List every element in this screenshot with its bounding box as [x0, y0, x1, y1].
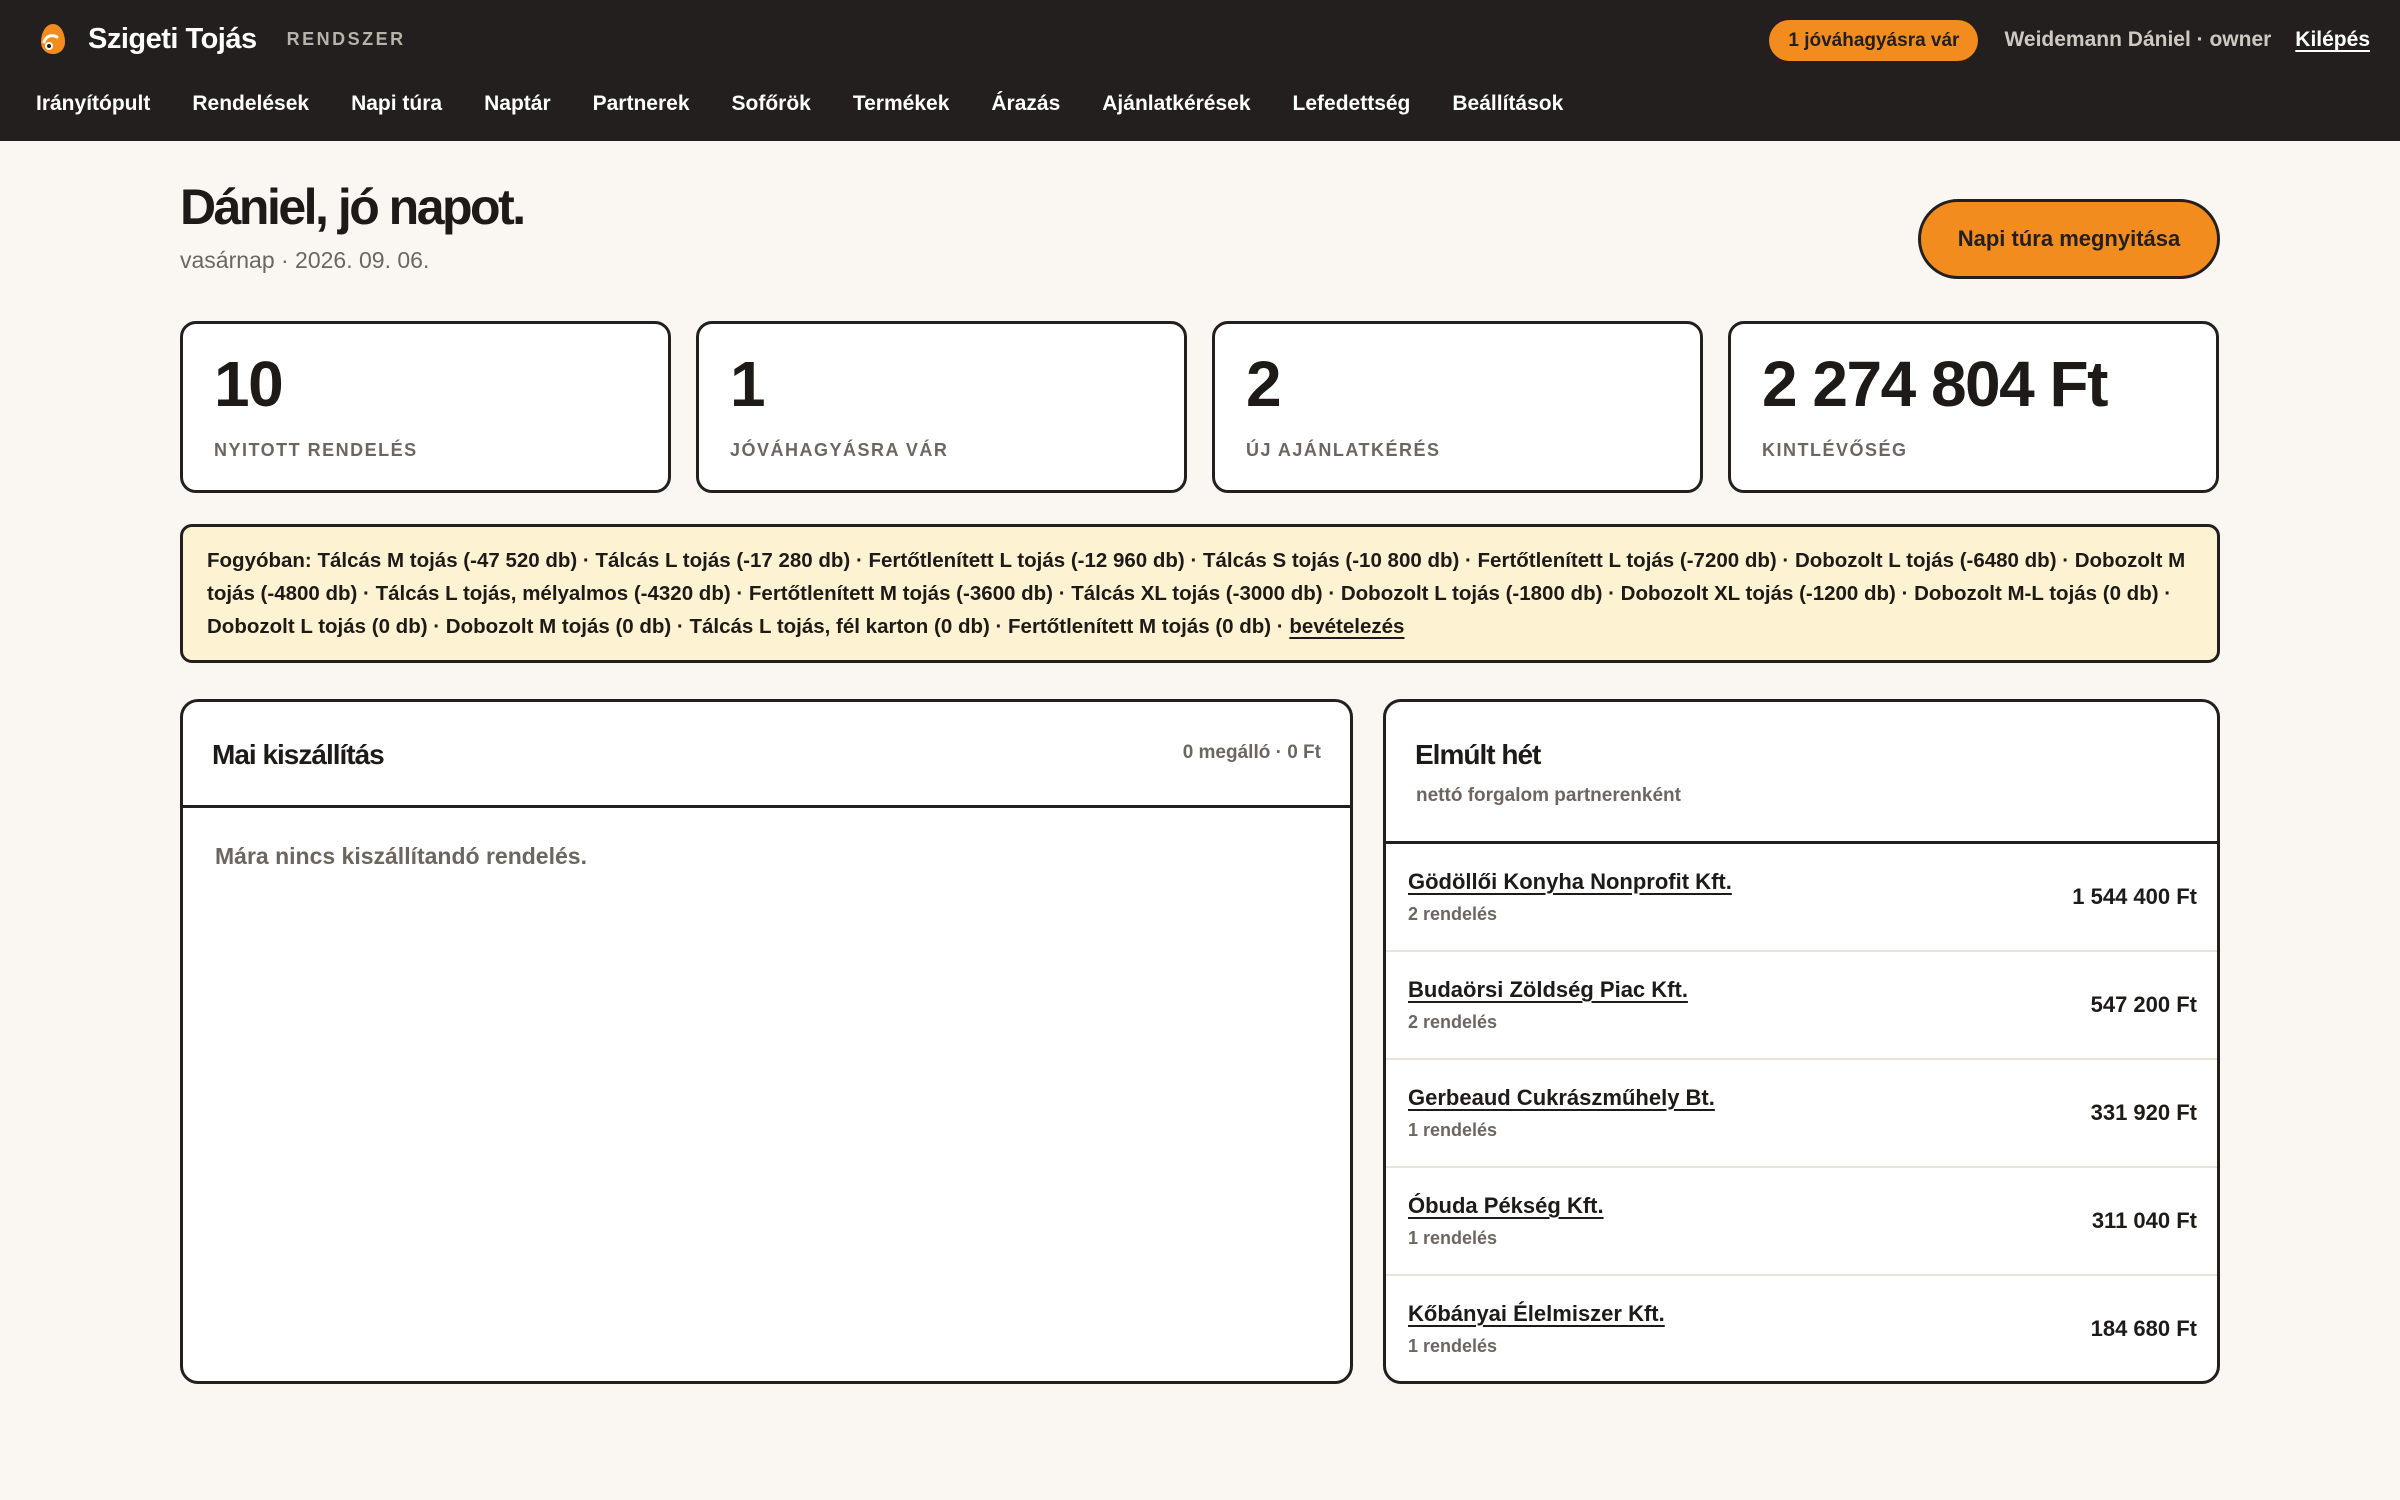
stat-card-receivables[interactable]: 2 274 804 Ft KINTLÉVŐSÉG — [1728, 321, 2219, 493]
stats-row: 10 NYITOTT RENDELÉS 1 JÓVÁHAGYÁSRA VÁR 2… — [180, 321, 2219, 493]
panel-header: Mai kiszállítás 0 megálló · 0 Ft — [183, 702, 1350, 808]
nav-item-pricing[interactable]: Árazás — [991, 92, 1060, 116]
stat-card-new-quote-requests[interactable]: 2 ÚJ AJÁNLATKÉRÉS — [1212, 321, 1703, 493]
partner-row[interactable]: Gödöllői Konyha Nonprofit Kft. 2 rendelé… — [1386, 844, 2217, 952]
nav-item-calendar[interactable]: Naptár — [484, 92, 551, 116]
main-nav: Irányítópult Rendelések Napi túra Naptár… — [36, 88, 1605, 120]
current-date: vasárnap · 2026. 09. 06. — [180, 247, 430, 273]
stat-value: 2 274 804 Ft — [1762, 348, 2108, 420]
partner-row[interactable]: Budaörsi Zöldség Piac Kft. 2 rendelés 54… — [1386, 952, 2217, 1060]
stat-card-pending-approval[interactable]: 1 JÓVÁHAGYÁSRA VÁR — [696, 321, 1187, 493]
stat-value: 10 — [214, 348, 284, 420]
low-stock-alert: Fogyóban: Tálcás M tojás (-47 520 db) · … — [180, 524, 2220, 663]
last-week-panel: Elmúlt hét nettó forgalom partnerenként … — [1383, 699, 2220, 1384]
panel-title: Mai kiszállítás — [212, 739, 385, 770]
partner-name-link[interactable]: Budaörsi Zöldség Piac Kft. — [1408, 977, 1688, 1003]
nav-item-coverage[interactable]: Lefedettség — [1293, 92, 1411, 116]
partner-name-link[interactable]: Óbuda Pékség Kft. — [1408, 1193, 1604, 1219]
order-count: 2 rendelés — [1408, 1012, 1498, 1032]
pending-approval-badge[interactable]: 1 jóváhagyásra vár — [1769, 19, 1979, 61]
net-amount: 331 920 Ft — [2090, 1100, 2197, 1125]
stat-label: JÓVÁHAGYÁSRA VÁR — [730, 440, 949, 460]
panel-title: Elmúlt hét — [1415, 739, 1541, 770]
order-count: 1 rendelés — [1408, 1120, 1498, 1140]
todays-delivery-panel: Mai kiszállítás 0 megálló · 0 Ft Mára ni… — [180, 699, 1353, 1384]
stat-value: 1 — [730, 348, 766, 420]
nav-item-drivers[interactable]: Sofőrök — [732, 92, 811, 116]
low-stock-text: Fogyóban: Tálcás M tojás (-47 520 db) · … — [207, 549, 2186, 638]
order-count: 2 rendelés — [1408, 904, 1498, 924]
stock-intake-link[interactable]: bevételezés — [1289, 615, 1404, 638]
net-amount: 311 040 Ft — [2091, 1208, 2197, 1233]
partner-row[interactable]: Óbuda Pékség Kft. 1 rendelés 311 040 Ft — [1386, 1168, 2217, 1276]
nav-item-settings[interactable]: Beállítások — [1452, 92, 1563, 116]
order-count: 1 rendelés — [1408, 1336, 1498, 1356]
net-amount: 547 200 Ft — [2090, 992, 2197, 1017]
net-amount: 184 680 Ft — [2090, 1316, 2197, 1341]
nav-item-daily-tour[interactable]: Napi túra — [351, 92, 442, 116]
user-info: Weidemann Dániel · owner — [2004, 28, 2272, 51]
stat-value: 2 — [1246, 348, 1282, 420]
nav-item-orders[interactable]: Rendelések — [192, 92, 309, 116]
partner-row[interactable]: Kőbányai Élelmiszer Kft. 1 rendelés 184 … — [1386, 1276, 2217, 1381]
nav-item-quote-requests[interactable]: Ajánlatkérések — [1102, 92, 1250, 116]
nav-item-partners[interactable]: Partnerek — [593, 92, 690, 116]
partner-list: Gödöllői Konyha Nonprofit Kft. 2 rendelé… — [1386, 844, 2217, 1381]
panel-subtitle: nettó forgalom partnerenként — [1416, 785, 1681, 806]
brand-name: Szigeti Tojás — [88, 22, 257, 55]
partner-name-link[interactable]: Gödöllői Konyha Nonprofit Kft. — [1408, 869, 1732, 895]
top-bar: Szigeti Tojás RENDSZER 1 jóváhagyásra vá… — [0, 0, 2400, 141]
stat-label: KINTLÉVŐSÉG — [1762, 440, 1908, 460]
nav-item-products[interactable]: Termékek — [853, 92, 950, 116]
partner-name-link[interactable]: Kőbányai Élelmiszer Kft. — [1408, 1301, 1665, 1327]
partner-name-link[interactable]: Gerbeaud Cukrászműhely Bt. — [1408, 1085, 1715, 1111]
egg-logo-icon — [41, 24, 65, 54]
empty-state-message: Mára nincs kiszállítandó rendelés. — [215, 843, 587, 869]
nav-item-dashboard[interactable]: Irányítópult — [36, 92, 150, 116]
top-right-area: 1 jóváhagyásra vár Weidemann Dániel · ow… — [1769, 19, 2370, 61]
brand-subtitle: RENDSZER — [286, 28, 406, 49]
page-title: Dániel, jó napot. — [180, 179, 526, 235]
brand[interactable]: Szigeti Tojás RENDSZER — [36, 18, 406, 60]
partner-row[interactable]: Gerbeaud Cukrászműhely Bt. 1 rendelés 33… — [1386, 1060, 2217, 1168]
stat-label: ÚJ AJÁNLATKÉRÉS — [1246, 440, 1441, 460]
stat-card-open-orders[interactable]: 10 NYITOTT RENDELÉS — [180, 321, 671, 493]
logout-link[interactable]: Kilépés — [2295, 28, 2370, 52]
net-amount: 1 544 400 Ft — [2072, 884, 2197, 909]
stat-label: NYITOTT RENDELÉS — [214, 440, 418, 460]
order-count: 1 rendelés — [1408, 1228, 1498, 1248]
delivery-summary: 0 megálló · 0 Ft — [1182, 742, 1321, 763]
open-daily-tour-button[interactable]: Napi túra megnyitása — [1918, 199, 2220, 279]
panel-header: Elmúlt hét nettó forgalom partnerenként — [1386, 702, 2217, 844]
